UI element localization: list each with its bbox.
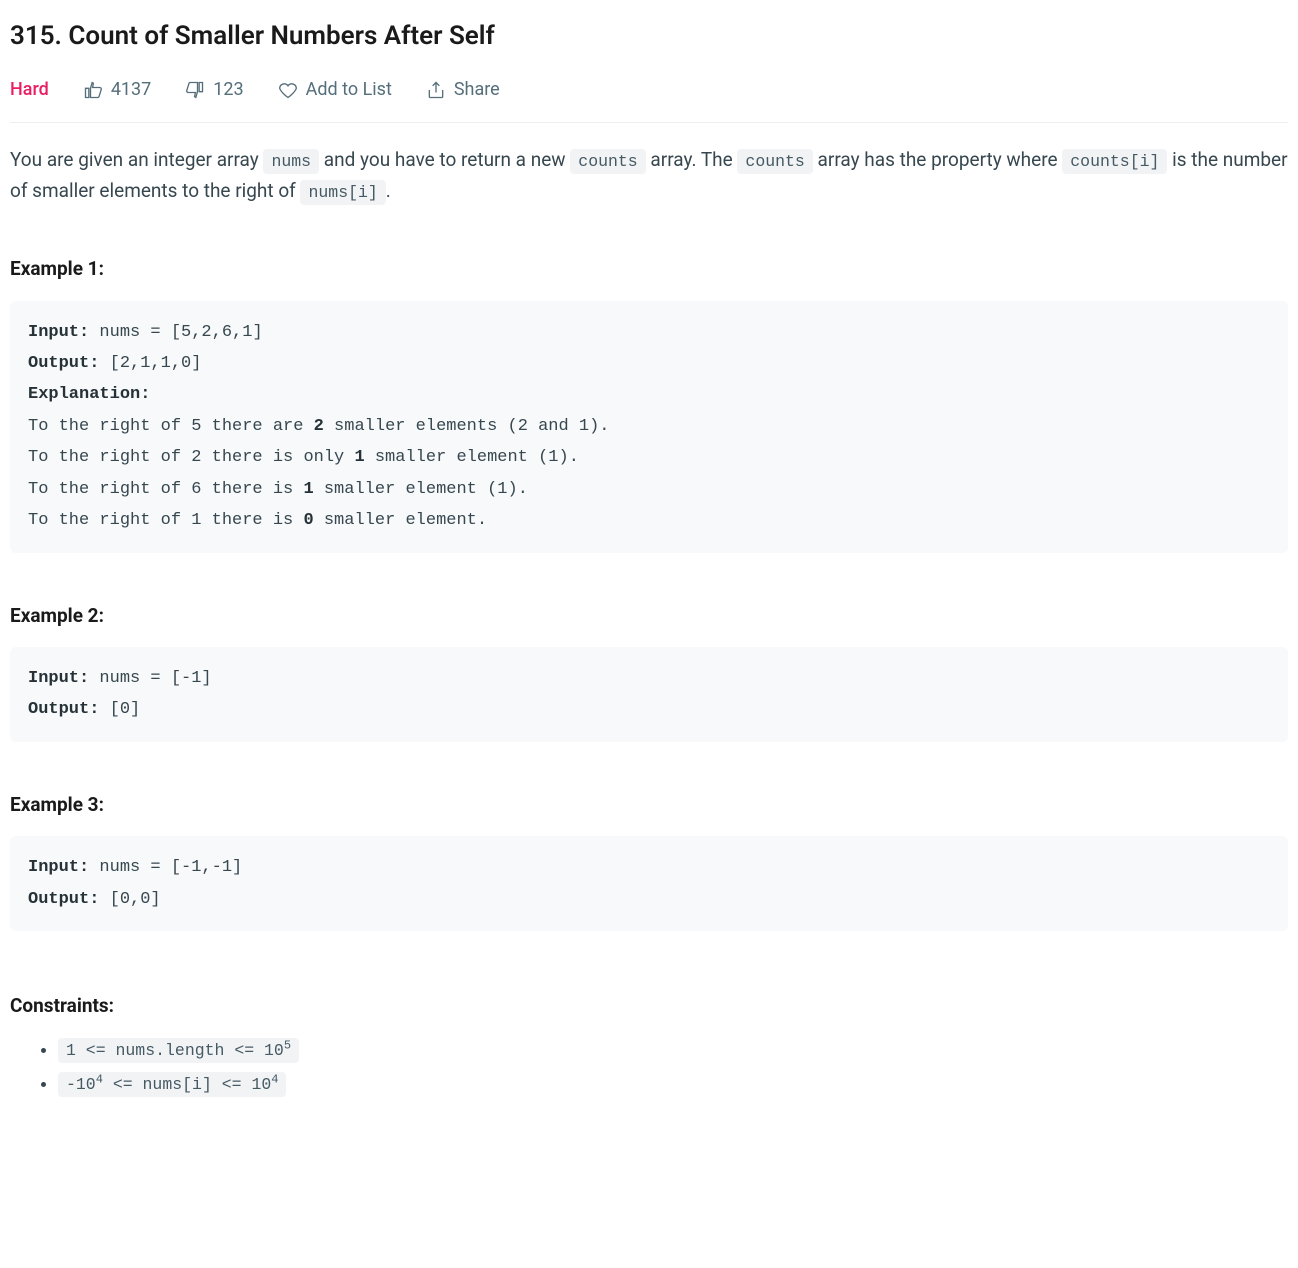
example-heading: Example 3: bbox=[10, 790, 1288, 820]
like-count: 4137 bbox=[111, 76, 151, 105]
thumbs-up-icon bbox=[83, 80, 103, 100]
example-heading: Example 2: bbox=[10, 601, 1288, 631]
example-heading: Example 1: bbox=[10, 254, 1288, 284]
like-button[interactable]: 4137 bbox=[83, 76, 151, 105]
code-inline: nums bbox=[263, 149, 319, 174]
dislike-count: 123 bbox=[213, 76, 243, 105]
thumbs-down-icon bbox=[185, 80, 205, 100]
example-block: Input: nums = [-1] Output: [0] bbox=[10, 647, 1288, 742]
constraints-heading: Constraints: bbox=[10, 991, 1288, 1021]
constraints-list: 1 <= nums.length <= 105 -104 <= nums[i] … bbox=[10, 1036, 1288, 1100]
meta-row: Hard 4137 123 Add to List Share bbox=[10, 76, 1288, 124]
share-icon bbox=[426, 80, 446, 100]
code-inline: counts bbox=[570, 149, 645, 174]
code-inline: counts[i] bbox=[1062, 149, 1167, 174]
example-block: Input: nums = [5,2,6,1] Output: [2,1,1,0… bbox=[10, 301, 1288, 553]
problem-description: You are given an integer array nums and … bbox=[10, 145, 1288, 206]
difficulty-badge: Hard bbox=[10, 76, 49, 105]
add-to-list-button[interactable]: Add to List bbox=[278, 76, 392, 105]
share-button[interactable]: Share bbox=[426, 76, 500, 105]
constraint-item: 1 <= nums.length <= 105 bbox=[58, 1036, 1288, 1065]
share-label: Share bbox=[454, 76, 500, 105]
problem-title: 315. Count of Smaller Numbers After Self bbox=[10, 16, 1288, 58]
code-inline: nums[i] bbox=[300, 180, 385, 205]
example-block: Input: nums = [-1,-1] Output: [0,0] bbox=[10, 836, 1288, 931]
heart-icon bbox=[278, 80, 298, 100]
code-inline: counts bbox=[737, 149, 812, 174]
dislike-button[interactable]: 123 bbox=[185, 76, 243, 105]
constraint-item: -104 <= nums[i] <= 104 bbox=[58, 1070, 1288, 1099]
add-to-list-label: Add to List bbox=[306, 76, 392, 105]
